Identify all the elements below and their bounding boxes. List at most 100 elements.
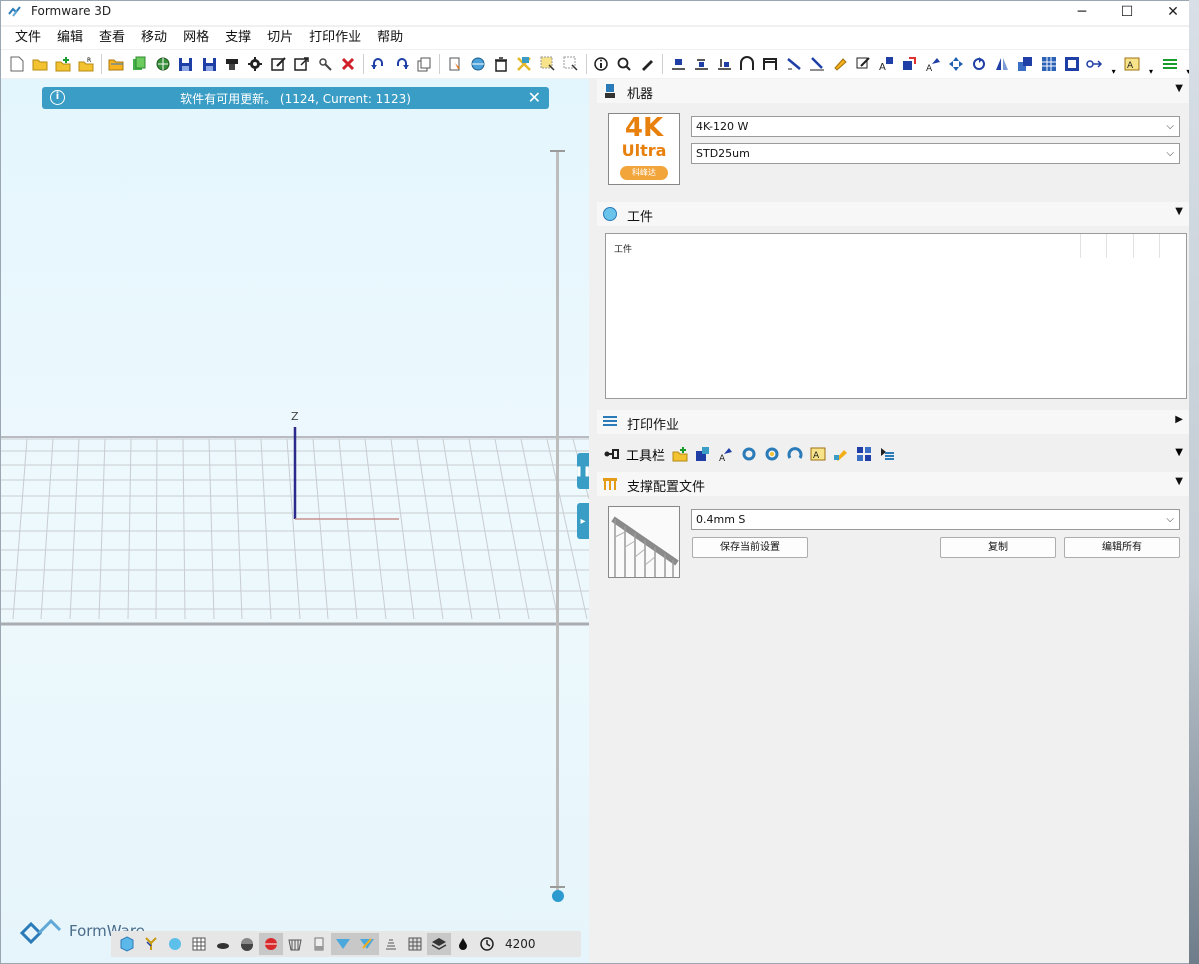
trash-icon[interactable] xyxy=(490,53,513,76)
expand-panel-handle[interactable]: ▸ xyxy=(577,503,589,539)
ring-icon[interactable] xyxy=(737,444,760,464)
layer-slider-track[interactable] xyxy=(556,151,559,891)
menu-view[interactable]: 查看 xyxy=(91,27,133,49)
layers-icon[interactable] xyxy=(1158,53,1181,76)
support-section-header[interactable]: 支撑配置文件 ▼ xyxy=(597,472,1189,496)
resin-select[interactable]: STD25um ⌵ xyxy=(691,143,1180,164)
cube-icon[interactable] xyxy=(115,933,139,955)
duplicate-icon[interactable] xyxy=(413,53,436,76)
delete-icon[interactable] xyxy=(337,53,360,76)
open-project-icon[interactable] xyxy=(105,53,128,76)
select-icon[interactable] xyxy=(443,53,466,76)
import-globe-icon[interactable] xyxy=(151,53,174,76)
orient-part-icon[interactable]: A xyxy=(714,444,737,464)
print-icon[interactable] xyxy=(221,53,244,76)
basket-icon[interactable] xyxy=(283,933,307,955)
export-icon[interactable] xyxy=(290,53,313,76)
menu-print-job[interactable]: 打印作业 xyxy=(301,27,369,49)
ring-arc-icon[interactable] xyxy=(783,444,806,464)
deselect-icon[interactable] xyxy=(559,53,582,76)
work-list[interactable]: 工件 xyxy=(605,233,1187,399)
copy-green-icon[interactable] xyxy=(128,53,151,76)
align-bottom-icon[interactable] xyxy=(666,53,689,76)
redo-icon[interactable] xyxy=(390,53,413,76)
layer-slider-thumb[interactable] xyxy=(552,890,564,902)
measure-angle-icon[interactable] xyxy=(805,53,828,76)
edit-icon[interactable] xyxy=(267,53,290,76)
layers-list-icon[interactable] xyxy=(875,444,898,464)
search-icon[interactable] xyxy=(613,53,636,76)
arrange-grid-icon[interactable] xyxy=(852,444,875,464)
text-tag-icon[interactable]: A xyxy=(1121,53,1144,76)
save-current-settings-button[interactable]: 保存当前设置 xyxy=(692,537,808,558)
print-job-section-header[interactable]: 打印作业 ▶ xyxy=(597,410,1189,434)
support-tree-icon[interactable] xyxy=(139,933,163,955)
pencil-icon[interactable] xyxy=(852,53,875,76)
machine-section-header[interactable]: 机器 ▼ xyxy=(597,79,1189,103)
grid-table-icon[interactable] xyxy=(403,933,427,955)
drop-icon[interactable] xyxy=(451,933,475,955)
align-h-icon[interactable] xyxy=(689,53,712,76)
menu-slice[interactable]: 切片 xyxy=(259,27,301,49)
menu-file[interactable]: 文件 xyxy=(7,27,49,49)
profile-icon[interactable] xyxy=(307,933,331,955)
save-as-icon[interactable] xyxy=(198,53,221,76)
arrange-icon[interactable] xyxy=(944,53,967,76)
paint-icon[interactable] xyxy=(636,53,659,76)
add-icon[interactable] xyxy=(668,444,691,464)
printer-select[interactable]: 4K-120 W ⌵ xyxy=(691,116,1180,137)
link-icon[interactable] xyxy=(1083,53,1106,76)
notice-close-button[interactable]: ✕ xyxy=(528,88,541,107)
layers-stack-icon[interactable] xyxy=(427,933,451,955)
undo-icon[interactable] xyxy=(367,53,390,76)
support-arch-icon[interactable] xyxy=(736,53,759,76)
text-icon[interactable]: A xyxy=(875,53,898,76)
sphere-icon[interactable] xyxy=(163,933,187,955)
collapse-panel-handle[interactable]: ❚❚ xyxy=(575,453,589,489)
edit-all-button[interactable]: 编辑所有 xyxy=(1064,537,1180,558)
view-flag-highlight-icon[interactable] xyxy=(355,933,379,955)
toolbar-overflow-icon[interactable]: ▾ xyxy=(1107,53,1121,76)
add-part-icon[interactable] xyxy=(51,53,74,76)
measure-icon[interactable] xyxy=(782,53,805,76)
disc-icon[interactable] xyxy=(211,933,235,955)
menu-help[interactable]: 帮助 xyxy=(369,27,411,49)
view-globe-icon[interactable] xyxy=(467,53,490,76)
pencil-tool-icon[interactable] xyxy=(829,444,852,464)
support-frame-icon[interactable] xyxy=(759,53,782,76)
hollow-icon[interactable] xyxy=(1060,53,1083,76)
open-folder-icon[interactable] xyxy=(28,53,51,76)
chevron-down-icon[interactable]: ▼ xyxy=(1175,447,1183,458)
view-flag-icon[interactable] xyxy=(331,933,355,955)
settings-gear-icon[interactable] xyxy=(244,53,267,76)
3d-viewport[interactable]: Z i 软件有可用更新。 (1124, Current: 1123) ✕ ❚❚ … xyxy=(1,79,589,963)
repair-icon[interactable] xyxy=(313,53,336,76)
scale-icon[interactable] xyxy=(513,53,536,76)
menu-support[interactable]: 支撑 xyxy=(217,27,259,49)
menu-edit[interactable]: 编辑 xyxy=(49,27,91,49)
new-file-icon[interactable] xyxy=(5,53,28,76)
grid-icon[interactable] xyxy=(1037,53,1060,76)
minimize-button[interactable]: ─ xyxy=(1059,1,1105,23)
support-profile-select[interactable]: 0.4mm S ⌵ xyxy=(691,509,1180,530)
menu-mesh[interactable]: 网格 xyxy=(175,27,217,49)
save-icon[interactable] xyxy=(174,53,197,76)
ring-yellow-icon[interactable] xyxy=(760,444,783,464)
menu-move[interactable]: 移动 xyxy=(133,27,175,49)
info-icon[interactable] xyxy=(590,53,613,76)
text-frame-icon[interactable]: A xyxy=(806,444,829,464)
toolbar-overflow-icon[interactable]: ▾ xyxy=(1144,53,1158,76)
label-icon[interactable]: A xyxy=(921,53,944,76)
layout-icon[interactable] xyxy=(1014,53,1037,76)
highlight-icon[interactable] xyxy=(828,53,851,76)
align-down-icon[interactable] xyxy=(712,53,735,76)
square-blue-icon[interactable] xyxy=(691,444,714,464)
rotate-icon[interactable] xyxy=(968,53,991,76)
select-region-icon[interactable] xyxy=(536,53,559,76)
slices-icon[interactable] xyxy=(379,933,403,955)
grid-pattern-icon[interactable] xyxy=(187,933,211,955)
clock-icon[interactable] xyxy=(475,933,499,955)
half-sphere-icon[interactable] xyxy=(235,933,259,955)
add-recent-icon[interactable]: R xyxy=(75,53,98,76)
red-sphere-icon[interactable] xyxy=(259,933,283,955)
